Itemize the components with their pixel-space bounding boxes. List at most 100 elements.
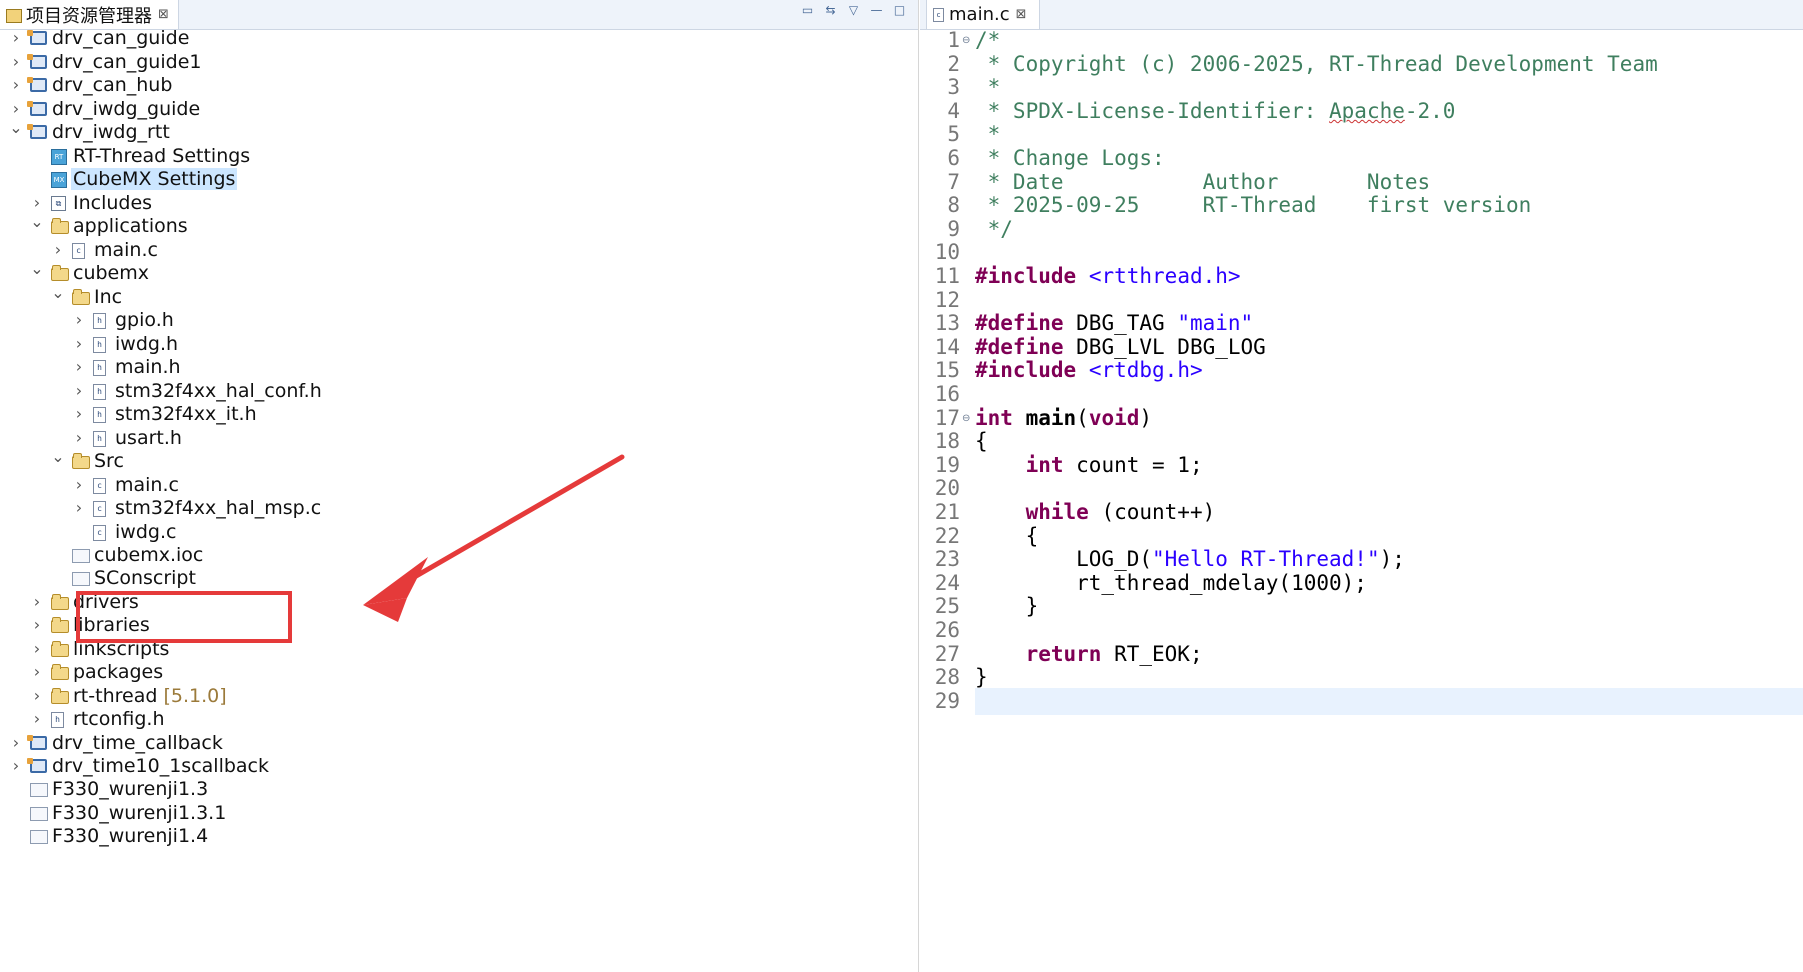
chevron-right-icon[interactable]: › (72, 406, 86, 422)
tree-item[interactable]: › h main.h (0, 354, 918, 381)
code-token: } (975, 665, 988, 690)
tree-item[interactable]: › c stm32f4xx_hal_msp.c (0, 495, 918, 522)
project-icon (27, 30, 47, 45)
chevron-right-icon[interactable]: › (30, 711, 44, 727)
chevron-right-icon[interactable]: › (9, 101, 23, 117)
collapse-all-icon[interactable]: ▭ (799, 2, 816, 19)
code-token: /* (975, 28, 1001, 52)
tree-item-label: main.h (115, 356, 181, 378)
tree-item[interactable]: › drv_can_guide (0, 25, 918, 52)
tree-item[interactable]: › drv_can_hub (0, 72, 918, 99)
chevron-right-icon[interactable]: › (72, 383, 86, 399)
chevron-down-icon[interactable]: ⌄ (9, 120, 23, 136)
folder-icon (51, 218, 69, 234)
code-token: #define (975, 334, 1064, 359)
fold-toggle-icon[interactable]: ⊖ (962, 405, 972, 432)
fold-toggle-icon[interactable]: ⊖ (962, 27, 972, 54)
folder-icon (51, 688, 69, 704)
chevron-down-icon[interactable]: ⌄ (51, 449, 65, 465)
link-editor-icon[interactable]: ⇆ (822, 2, 839, 19)
tree-item[interactable]: F330_wurenji1.4 (0, 823, 918, 850)
tree-item[interactable]: › h rtconfig.h (0, 706, 918, 733)
chevron-right-icon[interactable]: › (30, 641, 44, 657)
code-token: int (975, 405, 1013, 430)
chevron-right-icon[interactable]: › (51, 242, 65, 258)
tree-item[interactable]: › h stm32f4xx_it.h (0, 401, 918, 428)
tree-item[interactable]: ⌄ Src (0, 448, 918, 475)
close-icon[interactable]: ⊠ (1016, 7, 1027, 22)
editor-tab-main-c[interactable]: c main.c ⊠ (926, 0, 1040, 29)
code-line: #include <rtthread.h> (975, 263, 1241, 290)
tree-item[interactable]: ⌄ cubemx (0, 260, 918, 287)
tree-item-label: rt-thread [5.1.0] (73, 685, 227, 707)
code-token: } (975, 594, 1039, 619)
tree-item[interactable]: ⌄ applications (0, 213, 918, 240)
tree-item-label: drv_time10_1scallback (52, 755, 270, 777)
chevron-right-icon[interactable]: › (9, 735, 23, 751)
chevron-right-icon[interactable]: › (72, 312, 86, 328)
code-token: * Date Author Notes (975, 169, 1431, 194)
minimize-icon[interactable]: — (868, 2, 885, 19)
project-explorer-icon (6, 8, 22, 23)
chevron-right-icon[interactable]: › (72, 430, 86, 446)
c-file-icon: c (933, 7, 944, 22)
folder-icon (72, 289, 90, 305)
tree-item[interactable]: MX CubeMX Settings (0, 166, 918, 193)
tree-item-label: F330_wurenji1.3 (52, 778, 209, 800)
chevron-right-icon[interactable]: › (30, 594, 44, 610)
code-token: #define (975, 311, 1064, 336)
code-token: int (1025, 452, 1064, 477)
tree-item[interactable]: ⌄ drv_iwdg_rtt (0, 119, 918, 146)
code-token: */ (975, 216, 1013, 241)
code-token: { (975, 429, 988, 454)
folder-icon (51, 617, 69, 633)
code-line: int count = 1; (975, 452, 1203, 479)
code-token: #include (975, 264, 1077, 288)
chevron-right-icon[interactable]: › (30, 617, 44, 633)
view-menu-icon[interactable]: ▽ (845, 2, 862, 19)
tree-item-label: stm32f4xx_hal_conf.h (115, 380, 322, 402)
tree-item[interactable]: › h gpio.h (0, 307, 918, 334)
explorer-tab-title: 项目资源管理器 (26, 5, 152, 27)
folder-icon (51, 594, 69, 610)
code-token: -2.0 (1404, 98, 1456, 123)
chevron-right-icon[interactable]: › (30, 664, 44, 680)
chevron-right-icon[interactable]: › (9, 77, 23, 93)
file-icon (30, 807, 48, 821)
code-token: * 2025-09-25 RT-Thread first version (975, 193, 1532, 218)
chevron-right-icon[interactable]: › (30, 195, 44, 211)
code-line: return RT_EOK; (975, 641, 1203, 668)
tree-item-label: drv_iwdg_rtt (52, 121, 170, 143)
chevron-right-icon[interactable]: › (72, 336, 86, 352)
chevron-right-icon[interactable]: › (9, 54, 23, 70)
code-text-area[interactable]: /* * Copyright (c) 2006-2025, RT-Thread … (975, 28, 1803, 972)
chevron-down-icon[interactable]: ⌄ (30, 214, 44, 230)
chevron-right-icon[interactable]: › (72, 477, 86, 493)
tree-item-label: packages (73, 661, 164, 683)
chevron-right-icon[interactable]: › (72, 500, 86, 516)
maximize-icon[interactable]: □ (891, 2, 908, 19)
code-token: main (1025, 405, 1077, 430)
tree-item[interactable]: F330_wurenji1.3 (0, 776, 918, 803)
folder-icon (51, 265, 69, 281)
code-token: Apache (1329, 98, 1405, 123)
chevron-right-icon[interactable]: › (9, 758, 23, 774)
chevron-right-icon[interactable]: › (9, 30, 23, 46)
tree-item-label: CubeMX Settings (71, 168, 238, 190)
tree-item[interactable]: › packages (0, 659, 918, 686)
tree-item-label: F330_wurenji1.3.1 (52, 802, 227, 824)
c-file-icon: c (93, 501, 106, 517)
tree-item[interactable]: SConscript (0, 565, 918, 592)
editor-tab-bar: c main.c ⊠ (920, 0, 1803, 30)
close-icon[interactable]: ⊠ (158, 7, 169, 22)
chevron-right-icon[interactable]: › (72, 359, 86, 375)
chevron-right-icon[interactable]: › (30, 688, 44, 704)
folder-icon (51, 664, 69, 680)
code-token: * (975, 75, 1001, 100)
code-token: "main" (1177, 311, 1254, 336)
chevron-down-icon[interactable]: ⌄ (51, 285, 65, 301)
chevron-down-icon[interactable]: ⌄ (30, 261, 44, 277)
